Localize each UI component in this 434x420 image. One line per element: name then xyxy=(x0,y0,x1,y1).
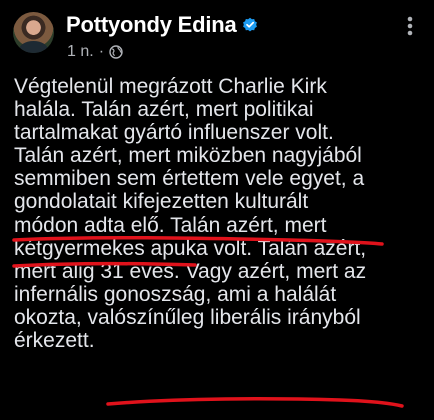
post-text-line: okozta, valószínűleg liberális irányból xyxy=(14,305,361,329)
post-text-line: tartalmakat gyártó influenszer volt. xyxy=(14,121,334,145)
post-text-line: semmiben sem értettem vele egyet, a xyxy=(14,167,365,191)
more-options-icon[interactable] xyxy=(398,14,422,38)
post-text-line: kétgyermekes apuka volt. Talán azért, xyxy=(14,236,367,260)
post-text-line: Talán azért, mert miközben nagyjából xyxy=(14,144,362,168)
red-underline-annotation xyxy=(106,397,404,408)
post-text-line: gondolatait kifejezetten kulturált xyxy=(14,190,309,214)
post-time[interactable]: 1 n. xyxy=(67,43,94,61)
post-text-line: módon adta elő. Talán azért, mert xyxy=(14,213,327,237)
post-text-line: érkezett. xyxy=(14,329,95,353)
post-header: Pottyondy Edina 1 n. · xyxy=(0,0,434,70)
avatar-figure xyxy=(19,41,48,53)
verified-badge-icon xyxy=(242,17,257,32)
post-text-line: halála. Talán azért, mert politikai xyxy=(14,98,314,122)
post-meta: 1 n. · xyxy=(67,43,123,61)
author-row: Pottyondy Edina xyxy=(66,11,258,39)
author-name[interactable]: Pottyondy Edina xyxy=(66,12,237,38)
globe-icon[interactable] xyxy=(109,45,123,59)
post-text: Végtelenül megrázott Charlie Kirk halála… xyxy=(14,75,424,352)
meta-separator: · xyxy=(98,43,105,60)
post-text-line: Végtelenül megrázott Charlie Kirk xyxy=(14,75,327,98)
post-text-line: mert alig 31 éves. Vagy azért, mert az xyxy=(14,259,367,283)
avatar[interactable] xyxy=(13,12,54,53)
post-text-line: infernális gonoszság, ami a halálát xyxy=(14,282,337,306)
